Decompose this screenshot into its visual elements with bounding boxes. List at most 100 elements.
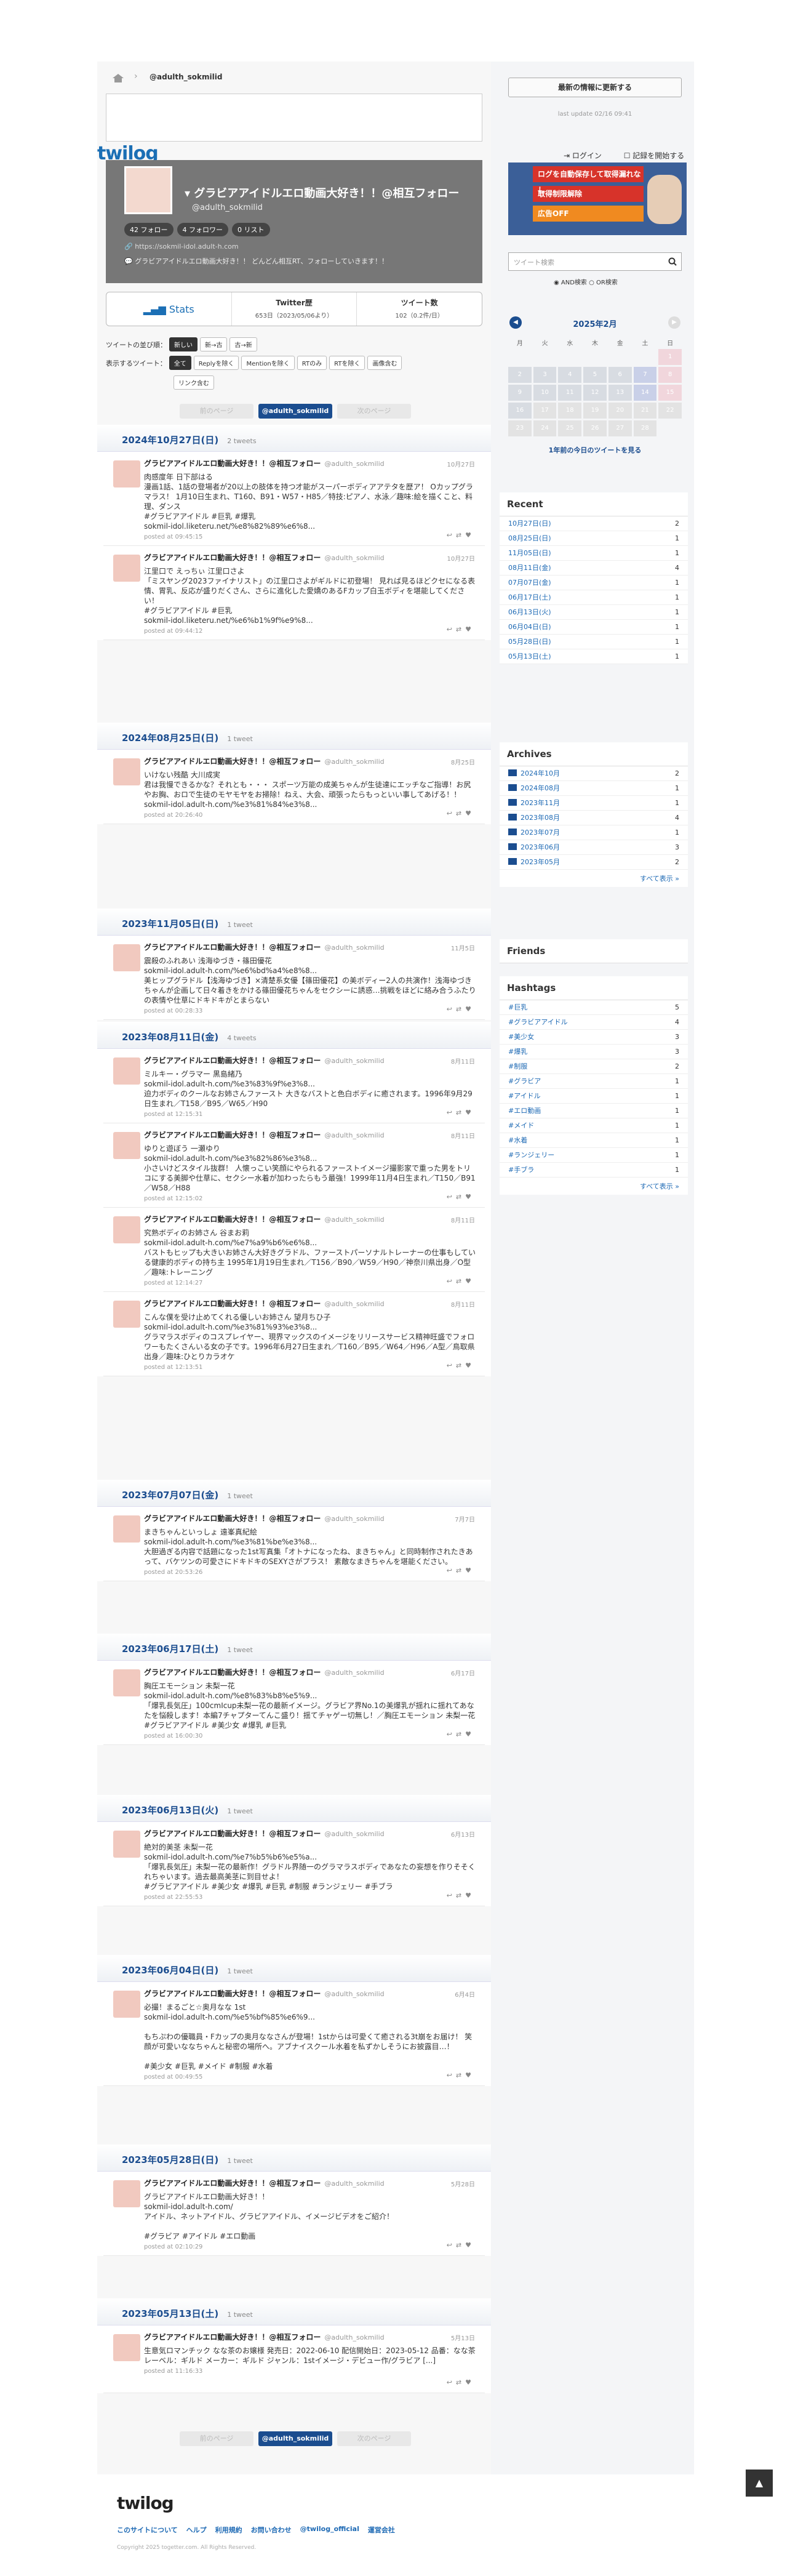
tweet-date[interactable]: 5月28日 (451, 2179, 475, 2188)
footer-logo[interactable]: twilog (117, 2493, 174, 2513)
tweet-time[interactable]: posted at 00:28:33 (144, 1008, 485, 1014)
footer-link[interactable]: 運営会社 (368, 2525, 395, 2535)
retweet-icon[interactable]: ⇄ (456, 1362, 465, 1370)
like-icon[interactable]: ♥ (465, 1109, 475, 1117)
sidebar-row-label[interactable]: 2023年05月 (508, 855, 560, 869)
sidebar-row-label[interactable]: #グラビア (508, 1074, 541, 1088)
reply-icon[interactable]: ↩ (447, 1362, 456, 1370)
day-header[interactable]: 2023年08月11日(金) 4 tweets (97, 1022, 491, 1049)
sidebar-row-label[interactable]: 08月25日(日) (508, 531, 551, 545)
retweet-icon[interactable]: ⇄ (456, 809, 465, 817)
tweet-date[interactable]: 6月13日 (451, 1829, 475, 1839)
footer-link[interactable]: ヘルプ (186, 2525, 207, 2535)
sidebar-row-label[interactable]: 2023年11月 (508, 796, 560, 810)
sidebar-row-label[interactable]: 06月13日(火) (508, 605, 551, 619)
reply-icon[interactable]: ↩ (447, 2071, 456, 2079)
sidebar-row-label[interactable]: 07月07日(金) (508, 576, 551, 590)
day-header[interactable]: 2023年05月13日(土) 1 tweet (97, 2298, 491, 2325)
tweet-author[interactable]: グラビアアイドルエロ動画大好き！！@相互フォロー @adulth_sokmilid (144, 1513, 485, 1523)
like-icon[interactable]: ♥ (465, 1193, 475, 1201)
sidebar-row[interactable]: #水着 1 (500, 1133, 688, 1148)
tweet-date[interactable]: 8月11日 (451, 1215, 475, 1224)
show-no-rt[interactable]: RTを除く (329, 356, 365, 370)
sidebar-row[interactable]: 06月04日(日) 1 (500, 620, 688, 635)
next-page-button-bottom[interactable]: 次のページ (337, 2431, 411, 2446)
like-icon[interactable]: ♥ (465, 1892, 475, 1900)
sidebar-row[interactable]: #ランジェリー 1 (500, 1148, 688, 1163)
tweet-date[interactable]: 6月4日 (455, 1989, 475, 1999)
hashtags-more-link[interactable]: すべて表示 » (500, 1178, 688, 1195)
reply-icon[interactable]: ↩ (447, 531, 456, 539)
show-all[interactable]: 全て (169, 356, 191, 370)
tweet-time[interactable]: posted at 09:45:15 (144, 534, 485, 540)
sidebar-row[interactable]: #メイド 1 (500, 1118, 688, 1133)
footer-link[interactable]: @twilog_official (300, 2525, 359, 2535)
day-header[interactable]: 2023年11月05日(日) 1 tweet (97, 909, 491, 936)
follower-count[interactable]: 4 フォロワー (177, 223, 228, 236)
sidebar-row[interactable]: 08月25日(日) 1 (500, 531, 688, 546)
sidebar-row-label[interactable]: #ランジェリー (508, 1148, 554, 1162)
tweet-time[interactable]: posted at 02:10:29 (144, 2244, 485, 2250)
tweet-date[interactable]: 5月13日 (451, 2333, 475, 2342)
reply-icon[interactable]: ↩ (447, 2378, 456, 2386)
retweet-icon[interactable]: ⇄ (456, 625, 465, 633)
sidebar-row[interactable]: #爆乳 3 (500, 1045, 688, 1059)
tweet-author[interactable]: グラビアアイドルエロ動画大好き！！@相互フォロー @adulth_sokmilid (144, 1667, 485, 1677)
sidebar-row[interactable]: 06月13日(火) 1 (500, 605, 688, 620)
tweet-author[interactable]: グラビアアイドルエロ動画大好き！！@相互フォロー @adulth_sokmilid (144, 942, 485, 952)
user-page-button[interactable]: @adulth_sokmilid (258, 404, 332, 419)
sidebar-row-label[interactable]: 2023年07月 (508, 825, 560, 840)
sidebar-row[interactable]: #美少女 3 (500, 1030, 688, 1045)
tweet-avatar[interactable] (113, 460, 140, 488)
reply-icon[interactable]: ↩ (447, 2241, 456, 2249)
sidebar-row-label[interactable]: 10月27日(日) (508, 516, 551, 531)
retweet-icon[interactable]: ⇄ (456, 1109, 465, 1117)
next-page-button[interactable]: 次のページ (337, 404, 411, 419)
reply-icon[interactable]: ↩ (447, 1109, 456, 1117)
sidebar-row[interactable]: #グラビアアイドル 4 (500, 1015, 688, 1030)
like-icon[interactable]: ♥ (465, 1277, 475, 1285)
tweet-time[interactable]: posted at 11:16:33 (144, 2368, 485, 2375)
tweet-author[interactable]: グラビアアイドルエロ動画大好き！！@相互フォロー @adulth_sokmilid (144, 552, 485, 563)
sidebar-row-label[interactable]: 05月28日(日) (508, 635, 551, 649)
retweet-icon[interactable]: ⇄ (456, 1567, 465, 1575)
or-radio[interactable]: ○ (589, 279, 596, 286)
reply-icon[interactable]: ↩ (447, 1567, 456, 1575)
tweet-date[interactable]: 8月11日 (451, 1056, 475, 1065)
sidebar-row-label[interactable]: 2023年06月 (508, 840, 560, 854)
order-old-new[interactable]: 古→新 (229, 337, 257, 351)
tweet-date[interactable]: 11月5日 (451, 943, 475, 952)
register-link[interactable]: ☐ 記録を開始する (624, 151, 695, 160)
sidebar-row-label[interactable]: 08月11日(金) (508, 561, 551, 575)
day-header[interactable]: 2023年06月17日(土) 1 tweet (97, 1634, 491, 1661)
tweet-avatar[interactable] (113, 1991, 140, 2018)
tweet-time[interactable]: posted at 22:55:53 (144, 1894, 485, 1901)
premium-ad[interactable]: ログを自動保存して取得漏れなし 取得制限解除 広告OFF (508, 163, 687, 235)
sidebar-row[interactable]: #エロ動画 1 (500, 1104, 688, 1118)
year-ago-link[interactable]: 1年前の今日のツイートを見る (508, 445, 682, 455)
like-icon[interactable]: ♥ (465, 809, 475, 817)
sidebar-row[interactable]: 07月07日(金) 1 (500, 576, 688, 590)
refresh-button[interactable]: 最新の情報に更新する (508, 78, 682, 97)
tweet-time[interactable]: posted at 12:15:31 (144, 1111, 485, 1118)
day-header[interactable]: 2023年06月13日(火) 1 tweet (97, 1795, 491, 1822)
tweet-avatar[interactable] (113, 1057, 140, 1085)
tweet-author[interactable]: グラビアアイドルエロ動画大好き！！@相互フォロー @adulth_sokmilid (144, 1298, 485, 1309)
sidebar-row-label[interactable]: #アイドル (508, 1089, 541, 1103)
tweet-time[interactable]: posted at 00:49:55 (144, 2074, 485, 2080)
retweet-icon[interactable]: ⇄ (456, 1193, 465, 1201)
retweet-icon[interactable]: ⇄ (456, 1005, 465, 1013)
sidebar-row[interactable]: 05月28日(日) 1 (500, 635, 688, 649)
like-icon[interactable]: ♥ (465, 2241, 475, 2249)
calendar-prev-icon[interactable]: ◀ (509, 316, 522, 329)
reply-icon[interactable]: ↩ (447, 1193, 456, 1201)
search-input[interactable]: ツイート検索 (508, 252, 682, 271)
user-page-button-bottom[interactable]: @adulth_sokmilid (258, 2431, 332, 2446)
follow-count[interactable]: 42 フォロー (124, 223, 174, 236)
tweet-author[interactable]: グラビアアイドルエロ動画大好き！！@相互フォロー @adulth_sokmilid (144, 1130, 485, 1140)
profile-avatar[interactable] (124, 166, 172, 214)
tweet-author[interactable]: グラビアアイドルエロ動画大好き！！@相互フォロー @adulth_sokmilid (144, 2178, 485, 2188)
sidebar-row-label[interactable]: #グラビアアイドル (508, 1015, 568, 1029)
sidebar-row[interactable]: 2023年08月 4 (500, 811, 688, 825)
sidebar-row-label[interactable]: 06月04日(日) (508, 620, 551, 634)
